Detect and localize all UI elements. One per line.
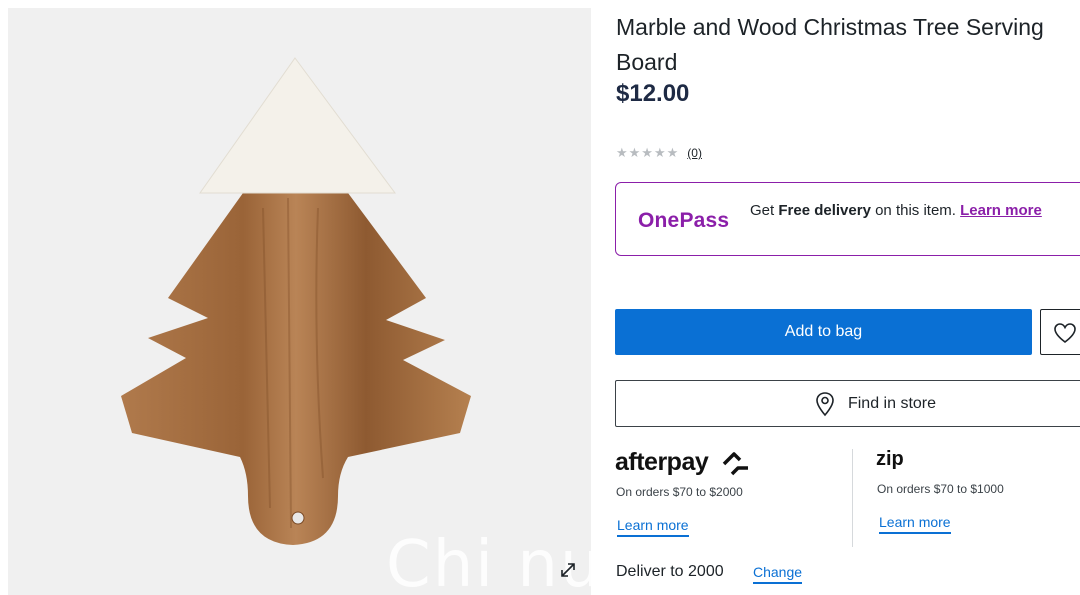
afterpay-logo: afterpay [615, 448, 709, 476]
change-location-link[interactable]: Change [753, 564, 803, 584]
afterpay-learn-more-link[interactable]: Learn more [617, 517, 689, 537]
find-in-store-button[interactable]: Find in store [615, 380, 1080, 427]
onepass-message: Get Free delivery on this item. Learn mo… [750, 202, 1070, 220]
onepass-banner: OnePass Get Free delivery on this item. … [615, 182, 1080, 256]
product-image [121, 57, 471, 545]
onepass-text-bold: Free delivery [778, 202, 871, 219]
find-in-store-label: Find in store [847, 394, 937, 412]
zip-logo: zip [876, 448, 904, 470]
onepass-text-suffix: on this item. [870, 202, 961, 219]
product-image-gallery[interactable]: Chi nu [8, 8, 591, 595]
wishlist-button[interactable] [1040, 309, 1080, 355]
zip-learn-more-link[interactable]: Learn more [879, 514, 951, 534]
delivery-location: Deliver to 2000 [616, 563, 724, 580]
review-count-link[interactable]: (0) [687, 146, 702, 160]
product-title: Marble and Wood Christmas Tree Serving B… [616, 14, 1044, 75]
onepass-logo: OnePass [638, 209, 730, 232]
payment-divider [852, 449, 853, 547]
location-pin-icon [816, 391, 834, 416]
heart-icon [1054, 323, 1076, 344]
onepass-learn-more-link[interactable]: Learn more [960, 202, 1042, 219]
zip-note: On orders $70 to $1000 [877, 482, 1004, 496]
product-price: $12.00 [616, 80, 690, 107]
expand-icon[interactable] [556, 558, 580, 582]
afterpay-arrows-icon [722, 452, 748, 476]
rating: ★★★★★ (0) [616, 145, 702, 161]
star-rating-icon: ★★★★★ [616, 145, 680, 160]
onepass-text-prefix: Get [750, 202, 779, 219]
afterpay-note: On orders $70 to $2000 [616, 485, 743, 499]
add-to-bag-button[interactable]: Add to bag [615, 309, 1032, 355]
